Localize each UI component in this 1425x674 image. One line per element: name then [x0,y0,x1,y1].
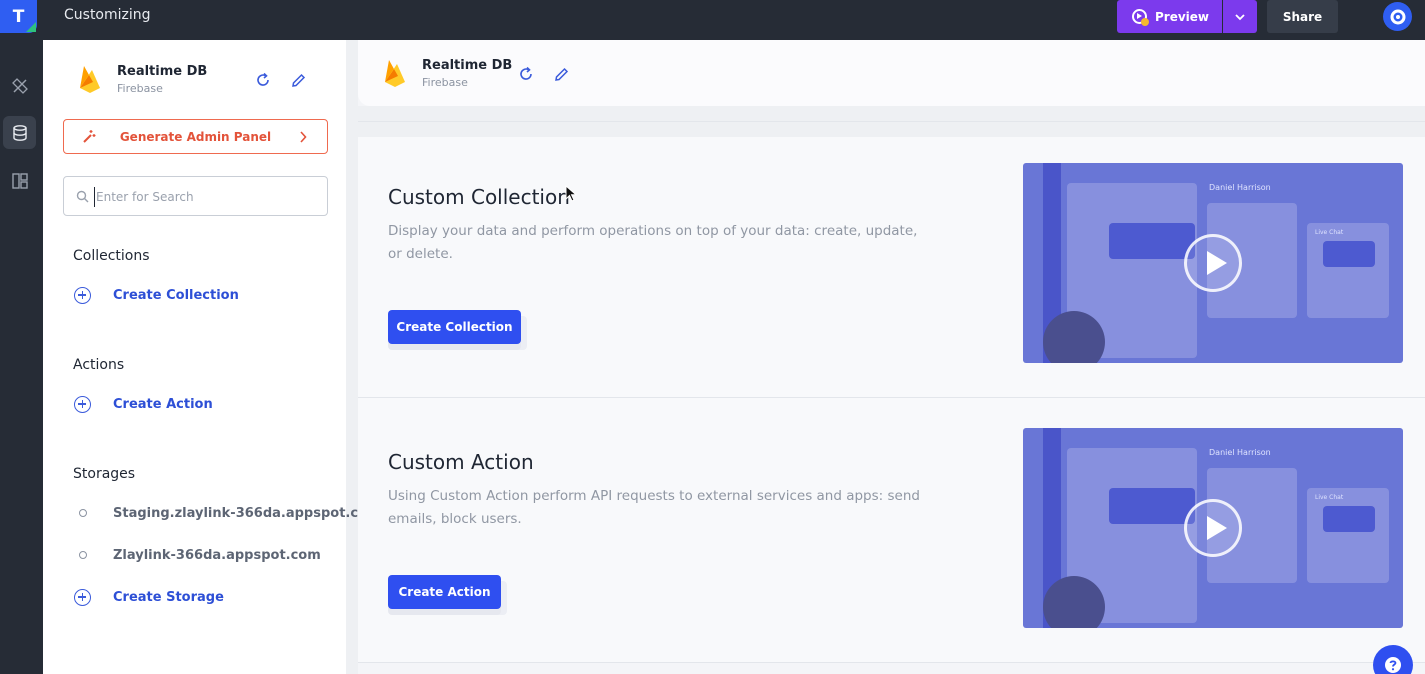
play-icon[interactable] [1184,499,1242,557]
top-bar: T Customizing Preview Share [0,0,1425,40]
create-collection-label: Create Collection [113,287,239,303]
layout-icon [11,172,28,189]
sidebar-divider [346,40,358,674]
rail-item-database[interactable] [3,116,36,149]
video-person-name: Daniel Harrison [1209,183,1271,192]
storage-label: Zlaylink-366da.appspot.com [113,547,321,563]
video-person-name: Daniel Harrison [1209,448,1271,457]
main-edit-button[interactable] [552,65,570,83]
create-action-button[interactable]: Create Action [388,575,501,609]
create-collection-button[interactable]: Create Collection [388,310,521,344]
firebase-icon [385,60,405,87]
db-type: Firebase [117,82,163,95]
video-panel [1109,223,1195,259]
share-button[interactable]: Share [1267,0,1338,33]
storage-item[interactable]: Staging.zlaylink-366da.appspot.com [79,503,381,523]
custom-action-card: Custom Action Using Custom Action perfor… [358,398,1425,663]
database-icon [12,124,27,141]
generate-admin-panel-button[interactable]: Generate Admin Panel [63,119,328,154]
refresh-icon [257,72,269,86]
search-box [63,176,328,216]
preview-button[interactable]: Preview [1117,0,1222,33]
refresh-button[interactable] [254,71,272,89]
create-collection-link[interactable]: Create Collection [74,285,239,305]
card-title: Custom Collection [388,185,570,209]
video-chat-label: Live Chat [1315,229,1344,236]
left-rail [0,40,43,674]
firebase-icon [80,66,100,93]
storage-item[interactable]: Zlaylink-366da.appspot.com [79,545,321,565]
circle-bullet-icon [79,509,87,517]
edit-button[interactable] [289,71,307,89]
magic-wand-icon [83,130,96,143]
app-logo[interactable]: T [0,0,37,33]
plus-circle-icon [74,588,91,606]
db-name: Realtime DB [117,64,208,79]
account-avatar[interactable] [1383,2,1412,31]
circle-bullet-icon [79,551,87,559]
chevron-down-icon [1235,13,1245,20]
collections-title: Collections [73,248,150,264]
video-panel [1307,223,1389,318]
rail-item-design[interactable] [3,69,36,102]
refresh-icon [520,66,532,80]
page-title: Customizing [64,7,151,23]
main-db-name: Realtime DB [422,58,513,73]
preview-dropdown-button[interactable] [1223,0,1257,33]
main-refresh-button[interactable] [517,65,535,83]
plus-circle-icon [74,286,91,304]
generate-label: Generate Admin Panel [119,129,272,144]
plus-circle-icon [74,395,91,413]
card-description: Using Custom Action perform API requests… [388,488,920,527]
create-action-link[interactable]: Create Action [74,394,213,414]
design-tools-icon [11,77,28,94]
video-thumbnail[interactable]: Daniel Harrison Live Chat [1023,163,1403,363]
question-icon [1385,657,1401,673]
custom-collection-card: Custom Collection Display your data and … [358,137,1425,398]
video-thumbnail[interactable]: Daniel Harrison Live Chat [1023,428,1403,628]
storage-label: Staging.zlaylink-366da.appspot.com [113,505,381,521]
search-icon [76,190,89,203]
actions-title: Actions [73,357,125,373]
create-storage-link[interactable]: Create Storage [74,587,224,607]
main-db-type: Firebase [422,76,468,89]
search-input[interactable] [94,187,314,207]
card-title: Custom Action [388,450,534,474]
pencil-icon [291,73,305,87]
main-separator [358,106,1425,137]
video-panel [1109,488,1195,524]
video-panel [1323,241,1375,267]
play-icon[interactable] [1184,234,1242,292]
video-chat-label: Live Chat [1315,494,1344,501]
preview-label: Preview [1155,9,1210,24]
mouse-cursor-icon [565,185,577,202]
create-storage-label: Create Storage [113,589,224,605]
rail-item-layout[interactable] [3,164,36,197]
account-swirl-icon [1390,9,1405,24]
app-logo-corner [26,22,36,32]
video-panel [1323,506,1375,532]
play-circle-icon [1132,9,1149,26]
pencil-icon [554,67,568,81]
create-action-label: Create Action [113,396,213,412]
card-description: Display your data and perform operations… [388,223,918,262]
app-logo-letter: T [12,6,25,27]
separator-line [358,121,1425,122]
video-panel [1307,488,1389,583]
chevron-right-icon [300,131,307,143]
storages-title: Storages [73,466,136,482]
